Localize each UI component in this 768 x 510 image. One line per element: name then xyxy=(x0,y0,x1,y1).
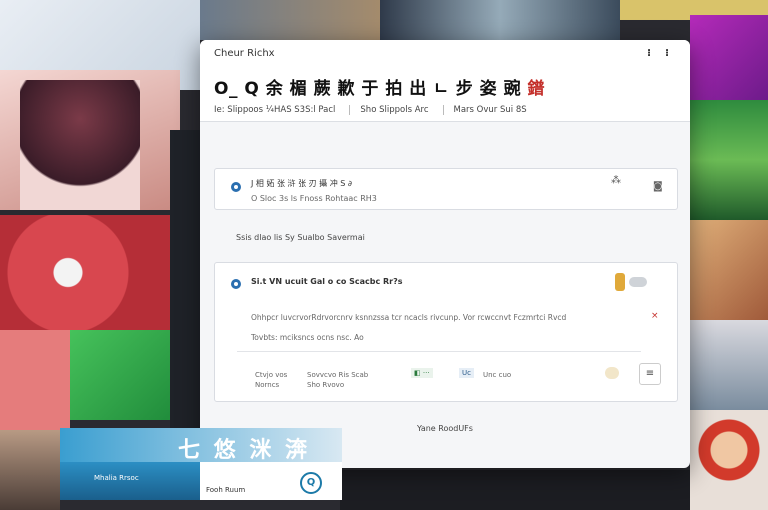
preview-caption-secondary: Fooh Ruum xyxy=(206,486,246,494)
collage-tile xyxy=(200,0,380,40)
collage-tile xyxy=(20,80,140,210)
radio-button[interactable] xyxy=(231,182,241,192)
option-title: J 相 妬 张 浒 张 刃 攝 冲 S ∂ xyxy=(251,179,353,188)
option-description: O Sloc 3s ls Fnoss Rohtaac RH3 xyxy=(251,194,377,203)
option-title: Si.t VN ucuit Gal o co Scacbc Rr?s xyxy=(251,277,403,286)
more-options-icon[interactable]: ⁝ xyxy=(658,44,676,62)
option-card-2[interactable]: Si.t VN ucuit Gal o co Scacbc Rr?s Ohhpc… xyxy=(214,262,678,402)
tag-chip[interactable]: Uc xyxy=(459,368,474,378)
badge-icon: ⁂ xyxy=(611,175,621,186)
remove-icon[interactable]: × xyxy=(651,311,659,321)
subtitle-link-1[interactable]: Ie: Slippoos ¼HAS S3S:l Pacl xyxy=(214,105,335,115)
row-label-secondary: Norncs xyxy=(255,381,280,389)
collage-tile xyxy=(690,320,768,410)
row-label: Ctvjo vos xyxy=(255,371,288,379)
collage-tile xyxy=(0,430,60,510)
preview-big-text: 七 悠 洣 渀 xyxy=(178,438,310,463)
divider xyxy=(237,351,641,352)
section-label: Ssis dlao lis Sy Sualbo Savermai xyxy=(236,233,365,242)
main-window: Cheur Richx ⁝ ⁝ O_ Q 余 楣 蕨 歉 于 拍 出 ㄴ 步 姿… xyxy=(200,40,690,468)
floating-preview[interactable]: 七 悠 洣 渀 Mhalia Rrsoc Fooh Ruum Q xyxy=(60,428,342,500)
status-icon xyxy=(605,367,619,379)
collage-tile xyxy=(690,220,768,320)
collage-tile xyxy=(340,470,690,510)
decorative-illustration xyxy=(613,269,653,297)
header-subtitle-row: Ie: Slippoos ¼HAS S3S:l Pacl Sho Slippol… xyxy=(214,105,676,115)
row-value-secondary: Sho Rvovo xyxy=(307,381,345,389)
preview-caption: Mhalia Rrsoc xyxy=(94,474,139,482)
option-card-1[interactable]: J 相 妬 张 浒 张 刃 攝 冲 S ∂ O Sloc 3s ls Fnoss… xyxy=(214,168,678,210)
collage-tile xyxy=(690,100,768,220)
search-icon[interactable]: Q xyxy=(300,472,322,494)
collage-tile xyxy=(690,15,768,100)
row-status: Unc cuo xyxy=(483,371,512,379)
option-description: Ohhpcr luvcrvorRdrvorcnrv ksnnzssa tcr n… xyxy=(251,313,567,322)
collage-tile xyxy=(690,410,768,510)
subtitle-link-2[interactable]: Sho Slippols Arc xyxy=(349,105,429,115)
collage-tile xyxy=(0,215,170,330)
page-title: O_ Q 余 楣 蕨 歉 于 拍 出 ㄴ 步 姿 豌 鐠 xyxy=(214,79,545,99)
collage-tile xyxy=(380,0,620,40)
page-header: O_ Q 余 楣 蕨 歉 于 拍 出 ㄴ 步 姿 豌 鐠 Ie: Slippoo… xyxy=(200,66,690,122)
subtitle-link-3[interactable]: Mars Ovur Sui 8S xyxy=(442,105,527,115)
collage-tile xyxy=(70,330,180,420)
window-title: Cheur Richx xyxy=(214,47,275,59)
title-bar: Cheur Richx ⁝ ⁝ xyxy=(200,40,690,66)
collage-tile xyxy=(0,330,70,430)
menu-icon[interactable]: ⁝ xyxy=(640,44,658,62)
info-icon[interactable]: ◙ xyxy=(653,181,663,192)
option-detail: Tovbts: mciksncs ocns nsc. Ao xyxy=(251,333,364,342)
row-value: Sovvcvo Ris Scab xyxy=(307,371,369,379)
radio-button[interactable] xyxy=(231,279,241,289)
list-button[interactable]: ≡ xyxy=(639,363,661,385)
tag-chip[interactable]: ◧ ··· xyxy=(411,368,433,378)
